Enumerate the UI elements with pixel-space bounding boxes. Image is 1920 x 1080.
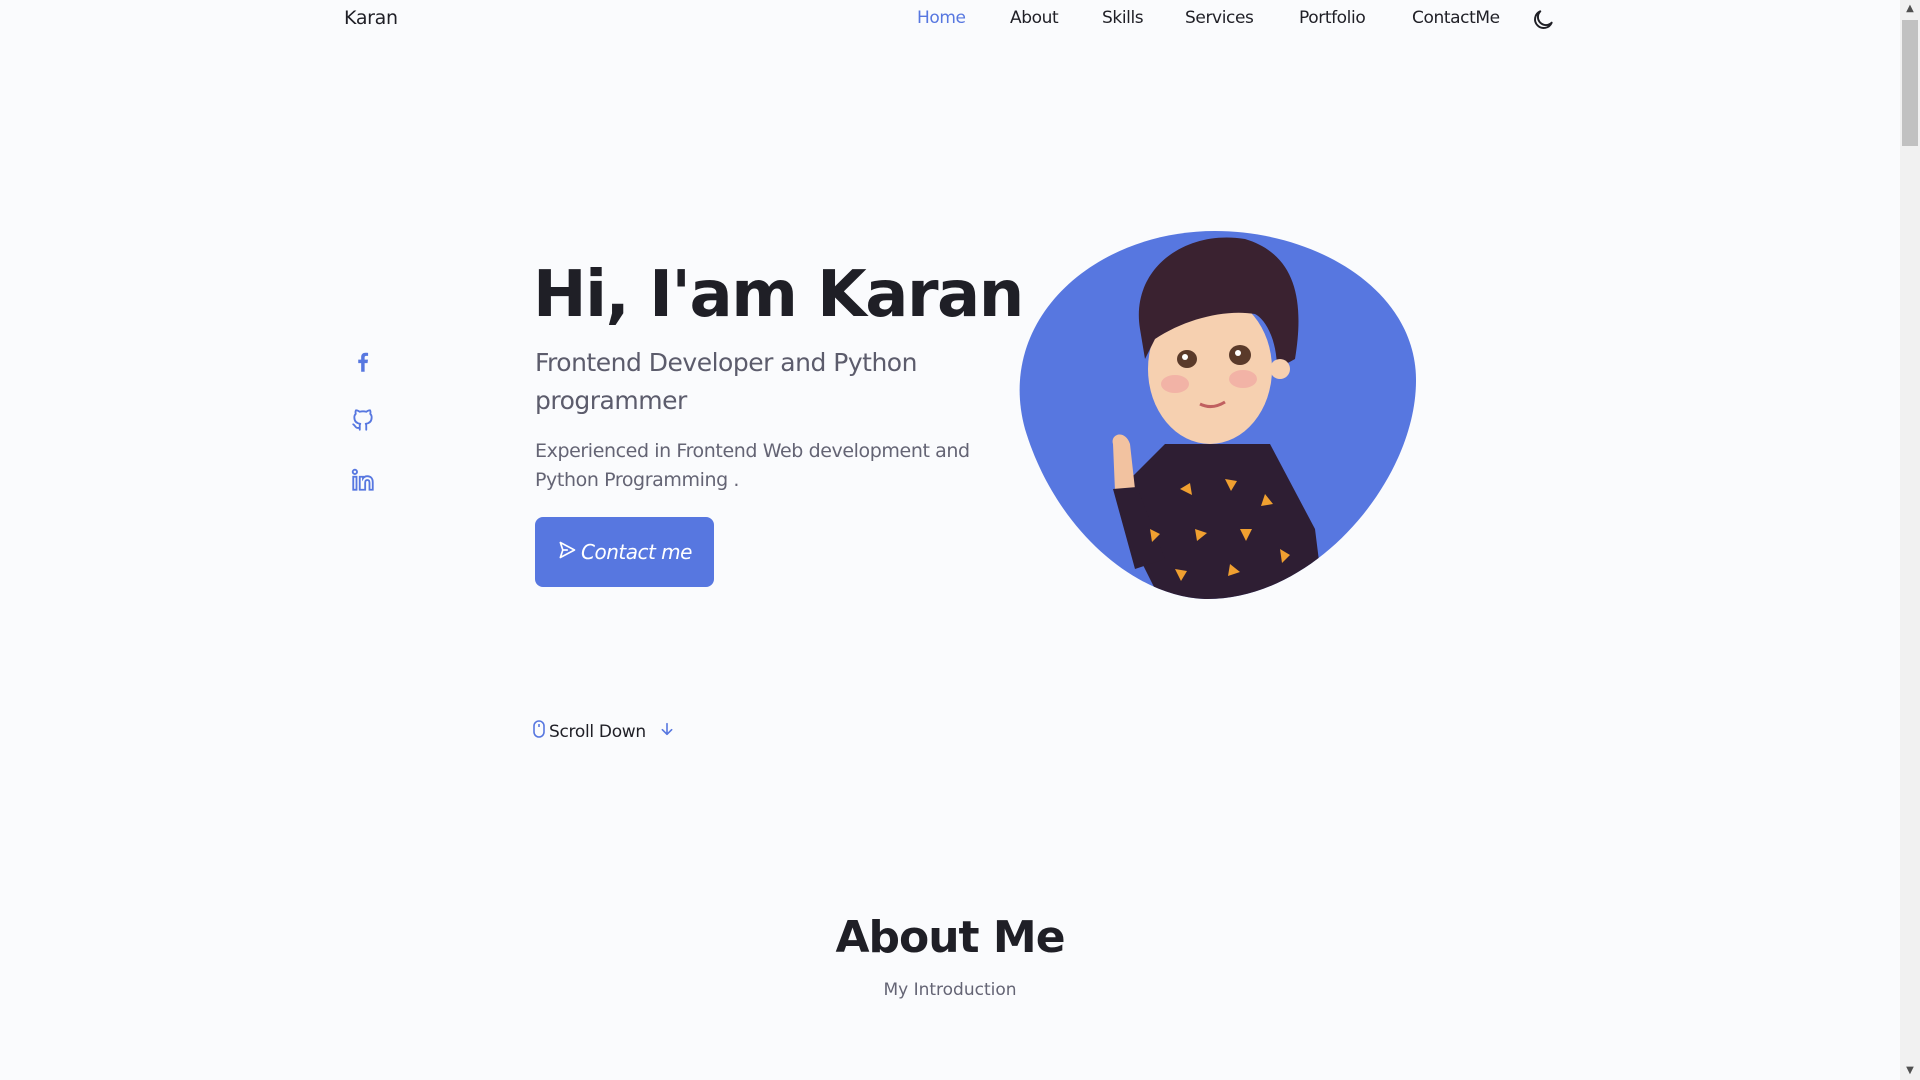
page-scrollbar[interactable]: ▲ ▼ <box>1900 0 1920 1080</box>
scroll-down-label: Scroll Down <box>549 721 646 742</box>
logo[interactable]: Karan <box>344 7 398 29</box>
facebook-icon[interactable] <box>350 349 376 375</box>
hero-subtitle: Frontend Developer and Python programmer <box>535 348 917 415</box>
send-icon <box>557 540 577 565</box>
arrow-down-icon <box>659 721 675 742</box>
hero-title: Hi, I'am Karan <box>533 258 1024 332</box>
nav-item-contactme[interactable]: ContactMe <box>1412 8 1500 28</box>
nav-item-skills[interactable]: Skills <box>1102 8 1144 28</box>
scroll-down-arrow-icon[interactable]: ▼ <box>1900 1062 1920 1080</box>
mouse-icon <box>532 719 546 744</box>
scrollbar-thumb[interactable] <box>1902 20 1918 146</box>
moon-icon[interactable] <box>1530 7 1556 33</box>
hero-description: Experienced in Frontend Web development … <box>535 440 970 491</box>
scroll-up-arrow-icon[interactable]: ▲ <box>1900 0 1920 18</box>
github-icon[interactable] <box>350 407 376 433</box>
scroll-down-link[interactable]: Scroll Down <box>532 719 675 744</box>
about-section-title: About Me <box>835 912 1065 963</box>
nav-item-about[interactable]: About <box>1010 8 1059 28</box>
linkedin-icon[interactable] <box>350 467 376 493</box>
contact-me-button[interactable]: Contact me <box>535 517 714 587</box>
top-nav: Karan Home About Skills Services Portfol… <box>0 0 1900 44</box>
nav-item-services[interactable]: Services <box>1185 8 1254 28</box>
nav-item-portfolio[interactable]: Portfolio <box>1299 8 1366 28</box>
contact-me-label: Contact me <box>581 540 692 564</box>
about-section-subtitle: My Introduction <box>883 980 1017 1000</box>
nav-item-home[interactable]: Home <box>917 8 966 28</box>
hero-avatar-illustration <box>1015 229 1417 601</box>
